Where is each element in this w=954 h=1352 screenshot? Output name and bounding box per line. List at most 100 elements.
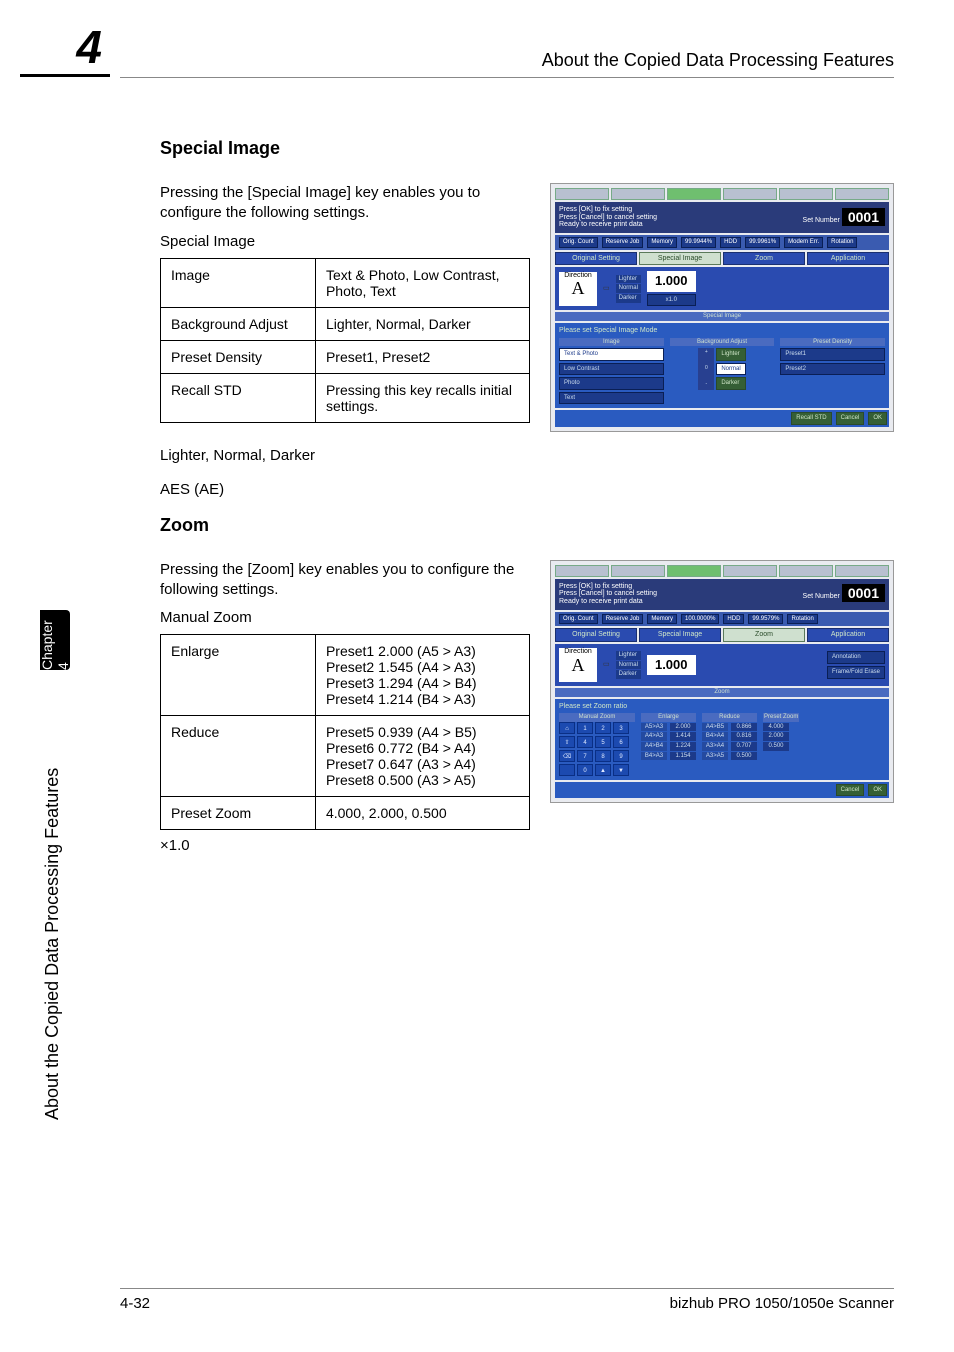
table-row: Preset Zoom4.000, 2.000, 0.500 bbox=[161, 797, 530, 830]
reduce-row[interactable]: A3>A40.707 bbox=[702, 742, 757, 751]
mode-tab[interactable] bbox=[611, 565, 665, 577]
page-number: 4-32 bbox=[120, 1295, 150, 1312]
prompt-text: Please set Zoom ratio bbox=[559, 703, 885, 711]
memory-chip: Memory bbox=[647, 614, 677, 625]
mode-tab[interactable] bbox=[835, 188, 889, 200]
reduce-row[interactable]: A4>B50.866 bbox=[702, 723, 757, 732]
keypad-key[interactable]: 1 bbox=[577, 722, 593, 734]
cell-val: Preset1 2.000 (A5 > A3) Preset2 1.545 (A… bbox=[315, 635, 529, 716]
density-mini-stack: Lighter Normal Darker bbox=[616, 275, 641, 303]
hdd-chip: HDD bbox=[720, 237, 741, 248]
mode-tab-active[interactable] bbox=[667, 188, 721, 200]
keypad-icon[interactable]: ⇧ bbox=[559, 736, 575, 748]
tab-special-image[interactable]: Special Image bbox=[639, 252, 721, 266]
table-row: EnlargePreset1 2.000 (A5 > A3) Preset2 1… bbox=[161, 635, 530, 716]
preset-zoom-row[interactable]: 2.000 bbox=[763, 732, 799, 741]
mode-tab[interactable] bbox=[723, 565, 777, 577]
cell-key: Enlarge bbox=[161, 635, 316, 716]
orig-count-chip: Orig. Count bbox=[559, 237, 598, 248]
reduce-header: Reduce bbox=[702, 713, 757, 722]
keypad-key[interactable]: 9 bbox=[613, 750, 629, 762]
zoom-line1: ×1.0 bbox=[160, 836, 530, 856]
keypad-key[interactable]: 2 bbox=[595, 722, 611, 734]
tab-application[interactable]: Application bbox=[807, 628, 889, 642]
reduce-row[interactable]: A3>A50.500 bbox=[702, 752, 757, 761]
mode-tab[interactable] bbox=[835, 565, 889, 577]
orig-count-chip: Orig. Count bbox=[559, 614, 598, 625]
table-row: Background AdjustLighter, Normal, Darker bbox=[161, 307, 530, 340]
keypad-key[interactable]: 8 bbox=[595, 750, 611, 762]
chapter-number: 4 bbox=[76, 21, 102, 73]
mode-tab[interactable] bbox=[779, 565, 833, 577]
ok-button[interactable]: OK bbox=[868, 784, 887, 797]
tab-zoom[interactable]: Zoom bbox=[723, 628, 805, 642]
memory-pct: 100.0000% bbox=[681, 614, 719, 625]
cell-key: Reduce bbox=[161, 716, 316, 797]
mode-tab-active[interactable] bbox=[667, 565, 721, 577]
opt-photo[interactable]: Photo bbox=[559, 377, 664, 390]
opt-text-photo[interactable]: Text & Photo bbox=[559, 348, 664, 361]
keypad-key[interactable]: 0 bbox=[577, 764, 593, 776]
chapter-side-tab: Chapter 4 bbox=[40, 610, 70, 670]
memory-pct: 99.9944% bbox=[681, 237, 716, 248]
zoom-subhead: Manual Zoom bbox=[160, 608, 530, 628]
bg-lighter-button[interactable]: Lighter bbox=[716, 348, 745, 361]
enlarge-row[interactable]: A4>B41.224 bbox=[641, 742, 696, 751]
reserve-job-chip: Reserve Job bbox=[602, 237, 644, 248]
set-number-value: 0001 bbox=[842, 584, 885, 602]
special-image-panel: Please set Special Image Mode Image Text… bbox=[555, 323, 889, 409]
recall-std-button[interactable]: Recall STD bbox=[791, 412, 831, 425]
bg-darker-button[interactable]: Darker bbox=[716, 377, 745, 390]
top-mode-tabs bbox=[555, 565, 889, 577]
product-name: bizhub PRO 1050/1050e Scanner bbox=[670, 1295, 894, 1312]
tab-original-setting[interactable]: Original Setting bbox=[555, 628, 637, 642]
keypad-key[interactable]: 4 bbox=[577, 736, 593, 748]
cancel-button[interactable]: Cancel bbox=[836, 412, 865, 425]
orientation-icon: ▭ bbox=[603, 285, 610, 293]
preset-zoom-row[interactable]: 0.500 bbox=[763, 742, 799, 751]
tab-zoom[interactable]: Zoom bbox=[723, 252, 805, 266]
keypad-key[interactable]: 6 bbox=[613, 736, 629, 748]
enlarge-row[interactable]: A5>A32.000 bbox=[641, 723, 696, 732]
annotation-button[interactable]: Annotation bbox=[827, 651, 885, 664]
keypad-icon[interactable]: ⌫ bbox=[559, 750, 575, 762]
zoom-keypad: ⌂ 1 2 3 ⇧ 4 5 6 ⌫ 7 bbox=[559, 722, 629, 776]
enlarge-row[interactable]: B4>A31.154 bbox=[641, 752, 696, 761]
cancel-button[interactable]: Cancel bbox=[836, 784, 865, 797]
preset-zoom-row[interactable]: 4.000 bbox=[763, 723, 799, 732]
enlarge-row[interactable]: A4>A31.414 bbox=[641, 732, 696, 741]
mode-tab[interactable] bbox=[555, 565, 609, 577]
mode-tab[interactable] bbox=[779, 188, 833, 200]
keypad-blank bbox=[559, 764, 575, 776]
reserve-job-chip: Reserve Job bbox=[602, 614, 644, 625]
cell-val: 4.000, 2.000, 0.500 bbox=[315, 797, 529, 830]
tab-application[interactable]: Application bbox=[807, 252, 889, 266]
modem-err-chip: Modem Err. bbox=[784, 237, 823, 248]
mode-tab[interactable] bbox=[555, 188, 609, 200]
cell-key: Preset Density bbox=[161, 340, 316, 373]
tab-original-setting[interactable]: Original Setting bbox=[555, 252, 637, 266]
bg-normal-button[interactable]: Normal bbox=[716, 363, 745, 376]
bg-slider[interactable]: +0- bbox=[698, 348, 714, 390]
zoom-ratio-display: 1.000 bbox=[647, 655, 696, 675]
frame-erase-button[interactable]: Frame/Fold Erase bbox=[827, 666, 885, 679]
opt-low-contrast[interactable]: Low Contrast bbox=[559, 363, 664, 376]
rotation-chip: Rotation bbox=[787, 614, 817, 625]
ok-button[interactable]: OK bbox=[868, 412, 887, 425]
preset1-button[interactable]: Preset1 bbox=[780, 348, 885, 361]
keypad-key[interactable]: 7 bbox=[577, 750, 593, 762]
keypad-up[interactable]: ▲ bbox=[595, 764, 611, 776]
keypad-key[interactable]: 5 bbox=[595, 736, 611, 748]
keypad-down[interactable]: ▼ bbox=[613, 764, 629, 776]
opt-text[interactable]: Text bbox=[559, 392, 664, 405]
reduce-row[interactable]: B4>A40.816 bbox=[702, 732, 757, 741]
mode-tab[interactable] bbox=[723, 188, 777, 200]
keypad-icon[interactable]: ⌂ bbox=[559, 722, 575, 734]
zoom-intro: Pressing the [Zoom] key enables you to c… bbox=[160, 560, 530, 601]
tab-special-image[interactable]: Special Image bbox=[639, 628, 721, 642]
mode-tab[interactable] bbox=[611, 188, 665, 200]
table-row: ImageText & Photo, Low Contrast, Photo, … bbox=[161, 258, 530, 307]
keypad-key[interactable]: 3 bbox=[613, 722, 629, 734]
x10-indicator: x1.0 bbox=[647, 294, 696, 307]
preset2-button[interactable]: Preset2 bbox=[780, 363, 885, 376]
